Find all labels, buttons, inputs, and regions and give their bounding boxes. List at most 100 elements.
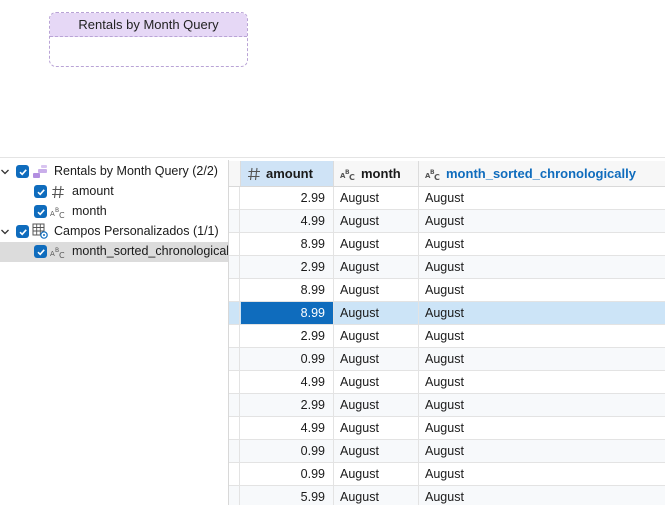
tree-item-label: month bbox=[72, 204, 107, 218]
cell-month[interactable]: August bbox=[334, 371, 419, 393]
cell-amount[interactable]: 8.99 bbox=[241, 233, 334, 255]
table-row[interactable]: 2.99 August August bbox=[229, 325, 665, 348]
cell-month[interactable]: August bbox=[334, 210, 419, 232]
column-header-label: month_sorted_chronologically bbox=[446, 166, 636, 181]
grid-header: amount ABC month ABC month_sorted_chrono… bbox=[229, 161, 665, 187]
data-grid: amount ABC month ABC month_sorted_chrono… bbox=[229, 161, 665, 505]
tree-item-amount[interactable]: amount bbox=[0, 182, 228, 202]
tree-item-query[interactable]: Rentals by Month Query (2/2) bbox=[0, 162, 228, 182]
column-header-amount[interactable]: amount bbox=[241, 161, 334, 186]
table-row[interactable]: 4.99 August August bbox=[229, 417, 665, 440]
row-header[interactable] bbox=[229, 394, 240, 416]
table-row[interactable]: 8.99 August August bbox=[229, 233, 665, 256]
text-field-icon: ABC bbox=[340, 166, 356, 182]
column-header-month-sorted[interactable]: ABC month_sorted_chronologically bbox=[419, 161, 665, 186]
text-field-icon: ABC bbox=[50, 244, 66, 260]
cell-amount[interactable]: 2.99 bbox=[241, 394, 334, 416]
cell-month-sorted[interactable]: August bbox=[419, 371, 665, 393]
row-header-corner bbox=[229, 161, 241, 186]
cell-amount[interactable]: 4.99 bbox=[241, 371, 334, 393]
cell-month-sorted[interactable]: August bbox=[419, 302, 665, 324]
tree-item-month-sorted[interactable]: ABC month_sorted_chronologically bbox=[0, 242, 228, 262]
cell-month-sorted[interactable]: August bbox=[419, 417, 665, 439]
table-row[interactable]: 8.99 August August bbox=[229, 302, 665, 325]
query-node-card[interactable]: Rentals by Month Query bbox=[49, 12, 248, 67]
cell-month-sorted[interactable]: August bbox=[419, 279, 665, 301]
tree-checkbox-month[interactable] bbox=[34, 205, 47, 218]
cell-month[interactable]: August bbox=[334, 417, 419, 439]
tree-checkbox-custom-fields[interactable] bbox=[16, 225, 29, 238]
row-header[interactable] bbox=[229, 233, 240, 255]
cell-month[interactable]: August bbox=[334, 348, 419, 370]
row-header[interactable] bbox=[229, 463, 240, 485]
cell-month[interactable]: August bbox=[334, 187, 419, 209]
table-row[interactable]: 4.99 August August bbox=[229, 371, 665, 394]
column-header-month[interactable]: ABC month bbox=[334, 161, 419, 186]
cell-amount[interactable]: 4.99 bbox=[241, 417, 334, 439]
table-row[interactable]: 0.99 August August bbox=[229, 348, 665, 371]
panel-divider bbox=[0, 157, 665, 158]
cell-amount[interactable]: 2.99 bbox=[241, 256, 334, 278]
query-icon bbox=[32, 164, 48, 180]
row-header[interactable] bbox=[229, 325, 240, 347]
chevron-down-icon[interactable] bbox=[0, 227, 10, 237]
cell-month-sorted[interactable]: August bbox=[419, 187, 665, 209]
cell-month-sorted[interactable]: August bbox=[419, 210, 665, 232]
table-row[interactable]: 0.99 August August bbox=[229, 440, 665, 463]
cell-amount[interactable]: 4.99 bbox=[241, 210, 334, 232]
table-row[interactable]: 0.99 August August bbox=[229, 463, 665, 486]
svg-text:C: C bbox=[434, 173, 440, 182]
cell-month[interactable]: August bbox=[334, 325, 419, 347]
cell-month-sorted[interactable]: August bbox=[419, 325, 665, 347]
row-header[interactable] bbox=[229, 417, 240, 439]
cell-month-sorted[interactable]: August bbox=[419, 256, 665, 278]
cell-month[interactable]: August bbox=[334, 440, 419, 462]
tree-item-month[interactable]: ABC month bbox=[0, 202, 228, 222]
cell-month[interactable]: August bbox=[334, 302, 419, 324]
cell-month-sorted[interactable]: August bbox=[419, 233, 665, 255]
cell-month[interactable]: August bbox=[334, 233, 419, 255]
row-header[interactable] bbox=[229, 256, 240, 278]
row-header[interactable] bbox=[229, 187, 240, 209]
cell-amount[interactable]: 2.99 bbox=[241, 325, 334, 347]
table-row[interactable]: 8.99 August August bbox=[229, 279, 665, 302]
table-row[interactable]: 4.99 August August bbox=[229, 210, 665, 233]
table-row[interactable]: 2.99 August August bbox=[229, 187, 665, 210]
cell-amount[interactable]: 2.99 bbox=[241, 187, 334, 209]
row-header[interactable] bbox=[229, 302, 240, 324]
chevron-down-icon[interactable] bbox=[0, 167, 10, 177]
table-row[interactable]: 5.99 August August bbox=[229, 486, 665, 505]
table-row[interactable]: 2.99 August August bbox=[229, 394, 665, 417]
cell-amount[interactable]: 0.99 bbox=[241, 440, 334, 462]
row-header[interactable] bbox=[229, 486, 240, 505]
row-header[interactable] bbox=[229, 440, 240, 462]
cell-month[interactable]: August bbox=[334, 256, 419, 278]
row-header[interactable] bbox=[229, 348, 240, 370]
tree-checkbox-month-sorted[interactable] bbox=[34, 245, 47, 258]
cell-amount[interactable]: 8.99 bbox=[241, 302, 334, 324]
field-tree: Rentals by Month Query (2/2) amount ABC … bbox=[0, 160, 228, 505]
cell-month[interactable]: August bbox=[334, 279, 419, 301]
cell-month-sorted[interactable]: August bbox=[419, 394, 665, 416]
cell-amount[interactable]: 0.99 bbox=[241, 348, 334, 370]
cell-month-sorted[interactable]: August bbox=[419, 348, 665, 370]
cell-month[interactable]: August bbox=[334, 463, 419, 485]
cell-month-sorted[interactable]: August bbox=[419, 463, 665, 485]
tree-checkbox-amount[interactable] bbox=[34, 185, 47, 198]
row-header[interactable] bbox=[229, 279, 240, 301]
tree-checkbox-query[interactable] bbox=[16, 165, 29, 178]
cell-month[interactable]: August bbox=[334, 394, 419, 416]
table-row[interactable]: 2.99 August August bbox=[229, 256, 665, 279]
tree-item-label: Rentals by Month Query (2/2) bbox=[54, 164, 218, 178]
row-header[interactable] bbox=[229, 371, 240, 393]
cell-amount[interactable]: 8.99 bbox=[241, 279, 334, 301]
row-header[interactable] bbox=[229, 210, 240, 232]
tree-item-label: amount bbox=[72, 184, 114, 198]
svg-text:C: C bbox=[59, 251, 65, 260]
cell-amount[interactable]: 0.99 bbox=[241, 463, 334, 485]
cell-month-sorted[interactable]: August bbox=[419, 440, 665, 462]
cell-amount[interactable]: 5.99 bbox=[241, 486, 334, 505]
cell-month[interactable]: August bbox=[334, 486, 419, 505]
tree-item-custom-fields[interactable]: Campos Personalizados (1/1) bbox=[0, 222, 228, 242]
cell-month-sorted[interactable]: August bbox=[419, 486, 665, 505]
